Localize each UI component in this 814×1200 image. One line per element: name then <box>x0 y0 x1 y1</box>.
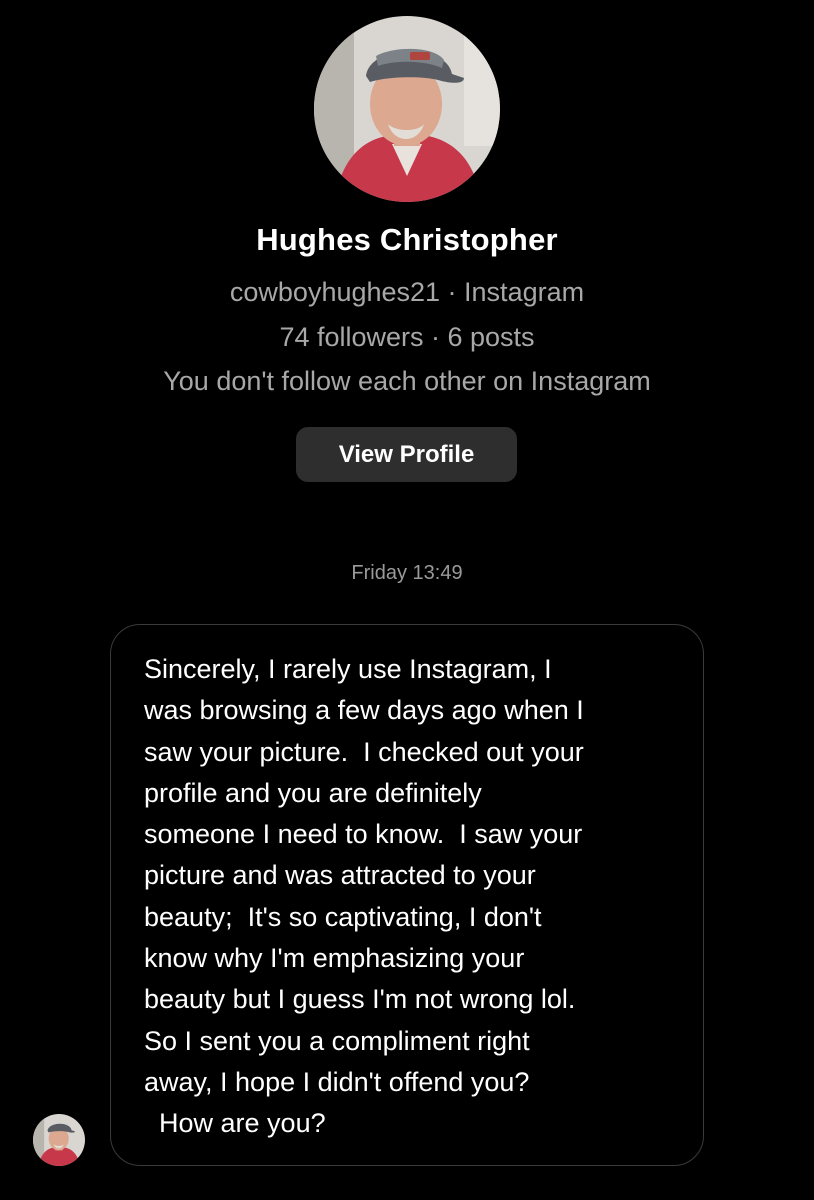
message-bubble[interactable]: Sincerely, I rarely use Instagram, I was… <box>110 624 704 1166</box>
follow-status: You don't follow each other on Instagram <box>163 366 651 396</box>
sender-avatar[interactable] <box>33 1114 85 1166</box>
profile-avatar[interactable] <box>314 16 500 202</box>
view-profile-button[interactable]: View Profile <box>296 427 517 482</box>
profile-handle: cowboyhughes21 · Instagram <box>229 277 585 307</box>
profile-stats: 74 followers · 6 posts <box>279 322 535 352</box>
message-timestamp: Friday 13:49 <box>351 562 463 584</box>
message-text: Sincerely, I rarely use Instagram, I was… <box>144 654 584 1139</box>
profile-name: Hughes Christopher <box>256 222 558 257</box>
profile-photo-icon <box>314 16 500 202</box>
profile-photo-icon <box>33 1114 85 1166</box>
